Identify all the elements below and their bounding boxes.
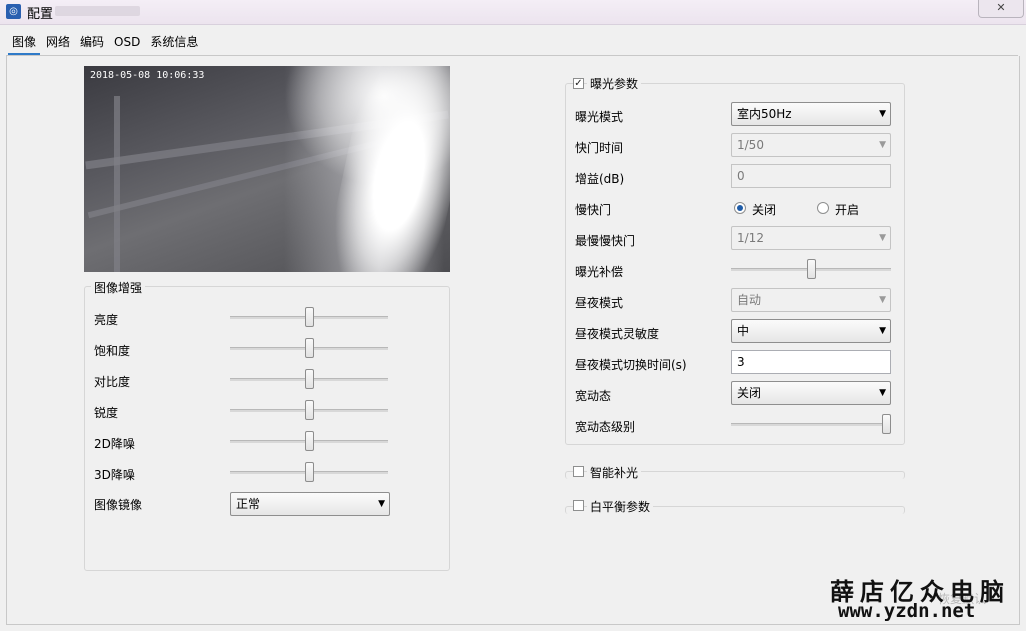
wdr-value: 关闭 (737, 386, 762, 400)
tab-bar: 图像 网络 编码 OSD 系统信息 (8, 30, 204, 55)
video-preview: 2018-05-08 10:06:33 (84, 66, 450, 272)
mirror-value: 正常 (236, 497, 261, 511)
tab-network[interactable]: 网络 (42, 30, 74, 53)
slow-shutter-on-label: 开启 (835, 203, 860, 217)
slider-thumb[interactable] (305, 400, 314, 420)
enhance-slider-label: 亮度 (94, 313, 119, 327)
exposure-mode-value: 室内50Hz (737, 107, 792, 121)
exposure-mode-select[interactable]: 室内50Hz ▼ (731, 102, 891, 126)
enhance-slider-label: 2D降噪 (94, 437, 135, 451)
slider-thumb[interactable] (305, 307, 314, 327)
pipe-shape (114, 96, 120, 272)
title-bar: ◎ 配置 ✕ (0, 0, 1026, 25)
enhance-slider-label: 饱和度 (94, 344, 131, 358)
window-title: 配置 (27, 7, 54, 22)
enhance-slider-label: 锐度 (94, 406, 119, 420)
watermark-url: www.yzdn.net (838, 600, 976, 622)
slider-thumb[interactable] (305, 431, 314, 451)
sensitivity-label: 昼夜模式灵敏度 (575, 327, 660, 341)
daynight-label: 昼夜模式 (575, 296, 624, 310)
sensitivity-select[interactable]: 中 ▼ (731, 319, 891, 343)
exposure-comp-label: 曝光补偿 (575, 265, 624, 279)
enhance-slider[interactable] (230, 431, 388, 451)
dropdown-arrow-icon: ▼ (879, 140, 886, 150)
tab-image[interactable]: 图像 (8, 30, 41, 55)
tab-osd[interactable]: OSD (110, 32, 144, 52)
exposure-comp-slider[interactable] (731, 259, 891, 279)
slowest-shutter-value: 1/12 (737, 231, 764, 245)
shutter-value: 1/50 (737, 138, 764, 152)
mirror-label: 图像镜像 (94, 498, 143, 512)
smart-light-title: 智能补光 (587, 464, 642, 481)
slowest-shutter-label: 最慢慢快门 (575, 234, 636, 248)
enhance-slider[interactable] (230, 400, 388, 420)
dropdown-arrow-icon: ▼ (879, 326, 886, 336)
dropdown-arrow-icon: ▼ (378, 499, 385, 509)
enhance-slider-label: 3D降噪 (94, 468, 135, 482)
slider-thumb[interactable] (305, 338, 314, 358)
slow-shutter-off-radio[interactable] (734, 202, 746, 214)
wdr-label: 宽动态 (575, 389, 612, 403)
slow-shutter-on-radio[interactable] (817, 202, 829, 214)
slider-track (731, 423, 891, 426)
slider-thumb[interactable] (305, 369, 314, 389)
enhance-slider[interactable] (230, 369, 388, 389)
wdr-select[interactable]: 关闭 ▼ (731, 381, 891, 405)
exposure-checkbox[interactable]: ✓ (573, 78, 584, 89)
app-icon: ◎ (6, 4, 21, 19)
daynight-select[interactable]: 自动 ▼ (731, 288, 891, 312)
dropdown-arrow-icon: ▼ (879, 388, 886, 398)
wdr-level-label: 宽动态级别 (575, 420, 636, 434)
white-balance-title: 白平衡参数 (587, 498, 654, 515)
sensitivity-value: 中 (737, 324, 750, 338)
enhance-slider[interactable] (230, 307, 388, 327)
daynight-value: 自动 (737, 293, 762, 307)
image-enhance-group (84, 286, 450, 571)
enhance-slider-label: 对比度 (94, 375, 131, 389)
close-button[interactable]: ✕ (978, 0, 1024, 18)
smart-light-checkbox[interactable] (573, 466, 584, 477)
shutter-select[interactable]: 1/50 ▼ (731, 133, 891, 157)
dropdown-arrow-icon: ▼ (879, 295, 886, 305)
mirror-select[interactable]: 正常 ▼ (230, 492, 390, 516)
dropdown-arrow-icon: ▼ (879, 109, 886, 119)
white-balance-checkbox[interactable] (573, 500, 584, 511)
enhance-slider[interactable] (230, 462, 388, 482)
slider-thumb[interactable] (882, 414, 891, 434)
video-timestamp: 2018-05-08 10:06:33 (90, 70, 205, 81)
exposure-title: 曝光参数 (587, 75, 642, 92)
exposure-mode-label: 曝光模式 (575, 110, 624, 124)
switch-time-label: 昼夜模式切换时间(s) (575, 358, 687, 372)
slider-thumb[interactable] (807, 259, 816, 279)
slowest-shutter-select[interactable]: 1/12 ▼ (731, 226, 891, 250)
gain-input[interactable]: 0 (731, 164, 891, 188)
enhance-slider[interactable] (230, 338, 388, 358)
slow-shutter-off-label: 关闭 (752, 203, 777, 217)
image-enhance-title: 图像增强 (91, 279, 146, 296)
switch-time-input[interactable]: 3 (731, 350, 891, 374)
slider-thumb[interactable] (305, 462, 314, 482)
slow-shutter-label: 慢快门 (575, 203, 612, 217)
wdr-level-slider[interactable] (731, 414, 891, 434)
title-redacted (55, 6, 140, 16)
shutter-label: 快门时间 (575, 141, 624, 155)
tab-system-info[interactable]: 系统信息 (146, 30, 202, 53)
dropdown-arrow-icon: ▼ (879, 233, 886, 243)
gain-label: 增益(dB) (575, 172, 625, 186)
tab-encoding[interactable]: 编码 (76, 30, 108, 53)
